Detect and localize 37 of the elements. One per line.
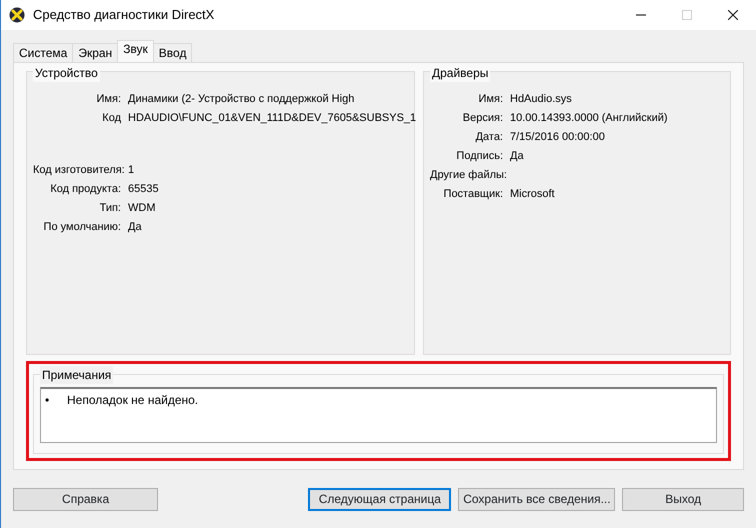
tab[interactable]: Ввод bbox=[152, 43, 192, 62]
field-value: 7/15/2016 00:00:00 bbox=[510, 130, 605, 146]
field-value: Динамики (2- Устройство с поддержкой High bbox=[128, 92, 354, 108]
field-label: Другие файлы: bbox=[430, 168, 508, 184]
field-label: Код bbox=[101, 111, 122, 126]
field-label: Имя: bbox=[96, 92, 122, 108]
tab[interactable]: Экран bbox=[72, 43, 118, 62]
field-label: Имя: bbox=[478, 92, 504, 108]
field-label: Версия: bbox=[462, 111, 504, 126]
field-value: Да bbox=[128, 220, 142, 236]
app-logo-icon bbox=[9, 7, 25, 23]
field-value: 65535 bbox=[128, 182, 159, 198]
field-label: Код изготовителя: bbox=[33, 163, 126, 178]
dialog-button[interactable]: Выход bbox=[622, 488, 744, 511]
field-label: Код продукта: bbox=[49, 182, 122, 198]
field-value: HDAUDIO\FUNC_01&VEN_111D&DEV_7605&SUBSYS_1 bbox=[128, 111, 416, 126]
close-icon[interactable] bbox=[728, 10, 738, 20]
dialog-button[interactable]: Справка bbox=[13, 488, 158, 511]
field-label: Подпись: bbox=[455, 149, 504, 164]
tab[interactable]: Система bbox=[13, 43, 74, 62]
field-value: Microsoft bbox=[510, 187, 555, 202]
field-label: Поставщик: bbox=[442, 187, 504, 202]
field-label: Тип: bbox=[98, 201, 122, 216]
dialog-button[interactable]: Следующая страница bbox=[308, 488, 452, 511]
window-title: Средство диагностики DirectX bbox=[33, 6, 216, 24]
field-value: Да bbox=[510, 149, 524, 164]
dialog-button[interactable]: Сохранить все сведения... bbox=[458, 488, 616, 511]
group-title: Примечания bbox=[40, 366, 114, 384]
field-value: 1 bbox=[128, 163, 134, 178]
field-value: HdAudio.sys bbox=[510, 92, 572, 108]
bullet: • bbox=[45, 392, 50, 409]
field-label: По умолчанию: bbox=[42, 220, 122, 236]
note-text: Неполадок не найдено. bbox=[67, 392, 198, 409]
field-value: 10.00.14393.0000 (Английский) bbox=[510, 111, 668, 126]
field-label: Дата: bbox=[474, 130, 504, 146]
field-value: WDM bbox=[128, 201, 156, 216]
tab[interactable]: Звук bbox=[117, 40, 154, 62]
